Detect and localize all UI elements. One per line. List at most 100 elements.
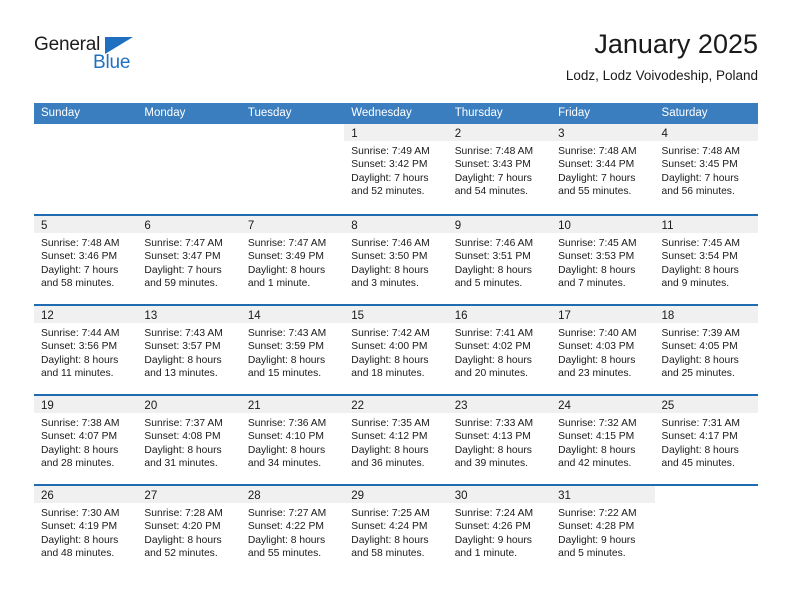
day-number: 8 [351, 220, 358, 232]
daylight-text-line1: Daylight: 7 hours [661, 172, 739, 184]
day-number-band: 27 [137, 486, 241, 503]
calendar-day-cell[interactable]: 9 Sunrise: 7:46 AM Sunset: 3:51 PM Daylight… [447, 216, 552, 304]
sunset-text: Sunset: 4:19 PM [41, 521, 118, 533]
sunrise-text: Sunrise: 7:37 AM [144, 418, 223, 429]
sunrise-text: Sunrise: 7:45 AM [661, 238, 740, 249]
calendar-day-cell[interactable]: 10 Sunrise: 7:45 AM Sunset: 3:53 PM Dayligh… [551, 216, 655, 304]
day-number: 23 [454, 400, 468, 412]
day-details: Sunrise: 7:48 AM Sunset: 3:46 PM Daylight:… [34, 233, 137, 291]
calendar-week-row: 19 Sunrise: 7:38 AM Sunset: 4:07 PM Dayligh… [34, 394, 758, 484]
day-number-band: 15 [344, 306, 448, 323]
daylight-text-line1: Daylight: 9 hours [454, 534, 532, 546]
day-details: Sunrise: 7:48 AM Sunset: 3:45 PM Daylight:… [655, 141, 758, 199]
day-number: 11 [661, 220, 674, 232]
day-number-band: 25 [654, 396, 758, 413]
sunset-text: Sunset: 3:43 PM [454, 159, 531, 171]
sunset-text: Sunset: 3:49 PM [247, 251, 324, 263]
calendar-day-cell[interactable]: 6 Sunrise: 7:47 AM Sunset: 3:47 PM Daylight… [137, 216, 241, 304]
sunrise-text: Sunrise: 7:43 AM [247, 328, 327, 339]
calendar-day-cell[interactable]: 19 Sunrise: 7:38 AM Sunset: 4:07 PM Dayligh… [34, 396, 138, 484]
sunset-text: Sunset: 4:26 PM [454, 521, 531, 533]
daylight-text-line1: Daylight: 8 hours [144, 354, 222, 366]
calendar-day-cell[interactable]: 18 Sunrise: 7:39 AM Sunset: 4:05 PM Dayligh… [654, 306, 758, 394]
daylight-text-line1: Daylight: 8 hours [351, 264, 429, 276]
calendar-day-cell[interactable]: 15 Sunrise: 7:42 AM Sunset: 4:00 PM Dayligh… [344, 306, 448, 394]
day-details: Sunrise: 7:27 AM Sunset: 4:22 PM Daylight:… [241, 503, 344, 561]
day-number-band: 29 [344, 486, 448, 503]
day-details: Sunrise: 7:35 AM Sunset: 4:12 PM Daylight:… [344, 413, 447, 471]
sunrise-text: Sunrise: 7:47 AM [144, 238, 223, 249]
day-number: 25 [661, 400, 675, 412]
calendar-day-cell[interactable]: 24 Sunrise: 7:32 AM Sunset: 4:15 PM Dayligh… [551, 396, 655, 484]
sunrise-text: Sunrise: 7:46 AM [454, 238, 534, 249]
calendar-day-cell[interactable]: 7 Sunrise: 7:47 AM Sunset: 3:49 PM Daylight… [240, 216, 345, 304]
day-number: 7 [247, 220, 255, 232]
day-number: 14 [247, 310, 261, 322]
daylight-text-line1: Daylight: 8 hours [41, 534, 119, 546]
calendar-day-cell[interactable]: 28 Sunrise: 7:27 AM Sunset: 4:22 PM Dayligh… [240, 486, 345, 574]
calendar-day-cell[interactable]: 5 Sunrise: 7:48 AM Sunset: 3:46 PM Daylight… [34, 216, 138, 304]
calendar-day-cell[interactable]: 11 Sunrise: 7:45 AM Sunset: 3:54 PM Dayligh… [654, 216, 758, 304]
calendar-day-cell[interactable]: 8 Sunrise: 7:46 AM Sunset: 3:50 PM Daylight… [344, 216, 448, 304]
day-number-band: 4 [654, 124, 758, 141]
general-blue-logo[interactable]: General Blue [34, 34, 154, 82]
calendar-day-cell[interactable]: 14 Sunrise: 7:43 AM Sunset: 3:59 PM Dayligh… [240, 306, 345, 394]
day-number: 24 [558, 400, 571, 412]
day-details: Sunrise: 7:41 AM Sunset: 4:02 PM Daylight:… [448, 323, 551, 381]
daylight-text-line1: Daylight: 7 hours [454, 172, 532, 184]
calendar-day-cell[interactable]: 17 Sunrise: 7:40 AM Sunset: 4:03 PM Dayligh… [551, 306, 655, 394]
daylight-text-line2: and 20 minutes. [454, 368, 528, 380]
calendar-week-row: 12 Sunrise: 7:44 AM Sunset: 3:56 PM Dayligh… [34, 304, 758, 394]
calendar-day-cell[interactable]: 13 Sunrise: 7:43 AM Sunset: 3:57 PM Dayligh… [137, 306, 241, 394]
daylight-text-line2: and 1 minute. [454, 548, 518, 560]
weekday-header-monday: Monday [144, 107, 186, 119]
calendar-page: General Blue January 2025 Lodz, Lodz Voi… [0, 0, 792, 612]
daylight-text-line1: Daylight: 8 hours [247, 354, 326, 366]
daylight-text-line1: Daylight: 8 hours [454, 264, 532, 276]
daylight-text-line1: Daylight: 8 hours [351, 534, 429, 546]
day-number: 29 [351, 490, 365, 502]
calendar-day-cell[interactable]: 4 Sunrise: 7:48 AM Sunset: 3:45 PM Daylight… [654, 124, 758, 214]
day-number: 9 [454, 220, 462, 232]
calendar-day-cell[interactable]: 22 Sunrise: 7:35 AM Sunset: 4:12 PM Dayligh… [344, 396, 448, 484]
sunset-text: Sunset: 4:15 PM [558, 431, 635, 443]
sunset-text: Sunset: 3:46 PM [41, 251, 118, 263]
calendar-week-row: 5 Sunrise: 7:48 AM Sunset: 3:46 PM Daylight… [34, 214, 758, 304]
sunset-text: Sunset: 4:17 PM [661, 431, 738, 443]
calendar-day-cell[interactable]: 31 Sunrise: 7:22 AM Sunset: 4:28 PM Dayligh… [551, 486, 655, 574]
sunset-text: Sunset: 3:44 PM [558, 159, 635, 171]
sunset-text: Sunset: 3:42 PM [351, 159, 428, 171]
day-number: 13 [144, 310, 158, 322]
calendar-day-cell[interactable]: 23 Sunrise: 7:33 AM Sunset: 4:13 PM Dayligh… [447, 396, 552, 484]
calendar-day-cell[interactable]: 20 Sunrise: 7:37 AM Sunset: 4:08 PM Dayligh… [137, 396, 241, 484]
day-number: 16 [454, 310, 468, 322]
daylight-text-line1: Daylight: 8 hours [144, 444, 222, 456]
daylight-text-line1: Daylight: 8 hours [41, 354, 119, 366]
sunset-text: Sunset: 3:59 PM [247, 341, 324, 353]
day-details: Sunrise: 7:31 AM Sunset: 4:17 PM Daylight:… [655, 413, 758, 471]
calendar-day-cell[interactable]: 25 Sunrise: 7:31 AM Sunset: 4:17 PM Dayligh… [654, 396, 758, 484]
sunset-text: Sunset: 4:02 PM [454, 341, 531, 353]
calendar-week-row: 26 Sunrise: 7:30 AM Sunset: 4:19 PM Dayligh… [34, 484, 758, 574]
day-details: Sunrise: 7:47 AM Sunset: 3:49 PM Daylight:… [241, 233, 344, 291]
day-number: 10 [558, 220, 571, 232]
sunrise-text: Sunrise: 7:32 AM [558, 418, 637, 429]
calendar-day-cell[interactable]: 3 Sunrise: 7:48 AM Sunset: 3:44 PM Daylight… [551, 124, 655, 214]
day-details: Sunrise: 7:36 AM Sunset: 4:10 PM Daylight:… [241, 413, 344, 471]
daylight-text-line1: Daylight: 8 hours [558, 264, 636, 276]
calendar-day-cell[interactable]: 27 Sunrise: 7:28 AM Sunset: 4:20 PM Dayligh… [137, 486, 241, 574]
calendar-day-cell[interactable]: 26 Sunrise: 7:30 AM Sunset: 4:19 PM Dayligh… [34, 486, 138, 574]
sunrise-text: Sunrise: 7:22 AM [558, 508, 637, 519]
calendar-day-cell[interactable]: 12 Sunrise: 7:44 AM Sunset: 3:56 PM Dayligh… [34, 306, 138, 394]
calendar-day-cell[interactable]: 1 Sunrise: 7:49 AM Sunset: 3:42 PM Daylight… [344, 124, 448, 214]
calendar-day-cell[interactable]: 21 Sunrise: 7:36 AM Sunset: 4:10 PM Dayligh… [240, 396, 345, 484]
day-details: Sunrise: 7:33 AM Sunset: 4:13 PM Daylight:… [448, 413, 551, 471]
calendar-day-cell[interactable]: 2 Sunrise: 7:48 AM Sunset: 3:43 PM Daylight… [447, 124, 552, 214]
day-number-band: 28 [240, 486, 345, 503]
daylight-text-line2: and 42 minutes. [558, 458, 632, 470]
calendar-day-cell-empty [34, 124, 138, 214]
calendar-day-cell[interactable]: 29 Sunrise: 7:25 AM Sunset: 4:24 PM Dayligh… [344, 486, 448, 574]
weekday-header-tuesday: Tuesday [247, 107, 292, 119]
calendar-day-cell[interactable]: 16 Sunrise: 7:41 AM Sunset: 4:02 PM Dayligh… [447, 306, 552, 394]
calendar-day-cell[interactable]: 30 Sunrise: 7:24 AM Sunset: 4:26 PM Dayligh… [447, 486, 552, 574]
